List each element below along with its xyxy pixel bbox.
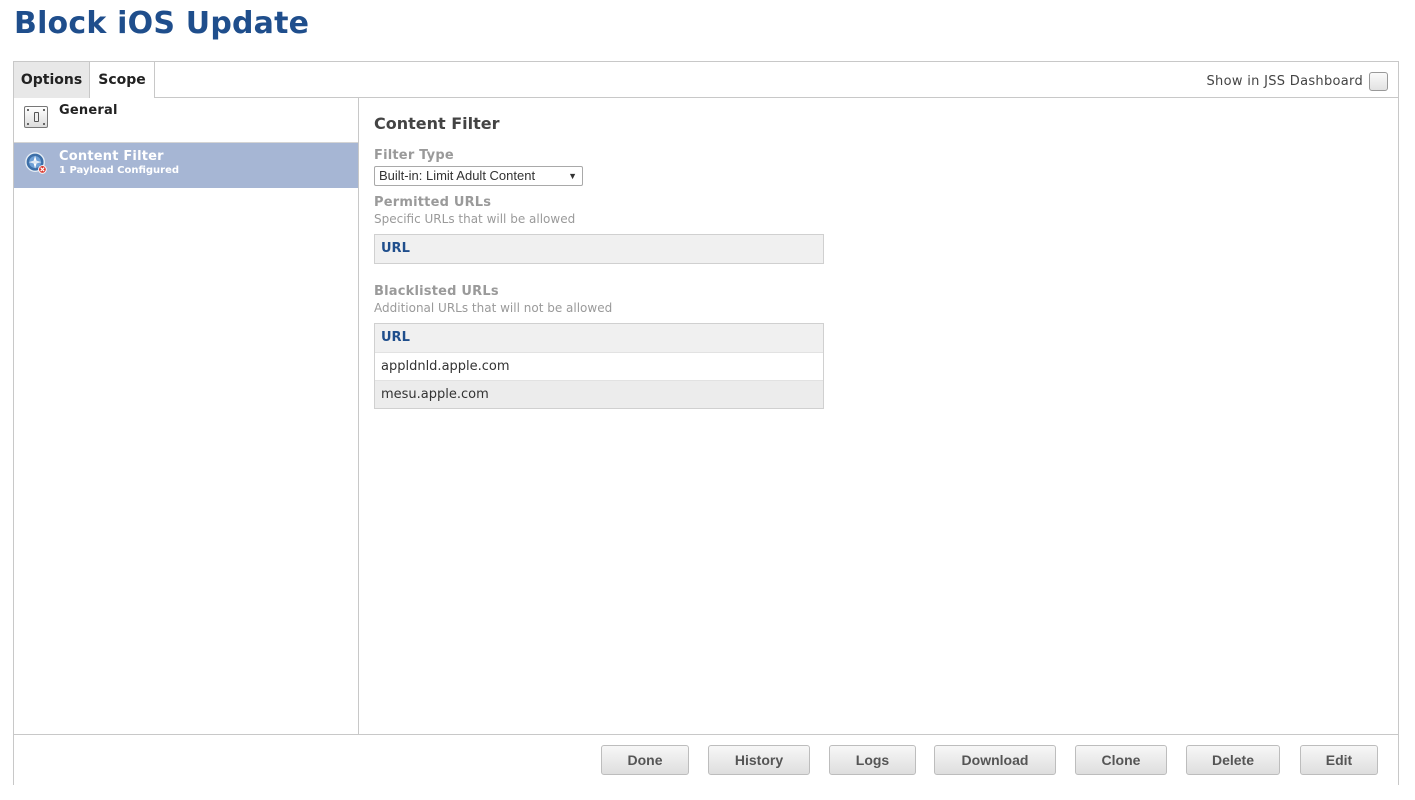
history-button[interactable]: History bbox=[708, 745, 810, 775]
logs-button[interactable]: Logs bbox=[829, 745, 916, 775]
table-header-url: URL bbox=[375, 324, 823, 352]
main-panel: Options Scope Show in JSS Dashboard Gene… bbox=[13, 61, 1399, 785]
delete-button[interactable]: Delete bbox=[1186, 745, 1280, 775]
sidebar-item-general[interactable]: General bbox=[14, 98, 358, 143]
blacklisted-urls-label: Blacklisted URLs bbox=[374, 284, 499, 299]
dropdown-arrow-icon: ▼ bbox=[568, 171, 577, 181]
tab-options[interactable]: Options bbox=[14, 62, 90, 98]
edit-button[interactable]: Edit bbox=[1300, 745, 1378, 775]
dashboard-label: Show in JSS Dashboard bbox=[1206, 73, 1363, 89]
blacklisted-urls-description: Additional URLs that will not be allowed bbox=[374, 301, 613, 315]
sidebar-item-content-filter[interactable]: Content Filter 1 Payload Configured bbox=[14, 143, 358, 188]
table-header-url: URL bbox=[375, 235, 823, 263]
filter-type-label: Filter Type bbox=[374, 148, 454, 163]
action-footer: Done History Logs Download Clone Delete … bbox=[14, 734, 1398, 785]
filter-type-value: Built-in: Limit Adult Content bbox=[379, 168, 536, 183]
switch-icon bbox=[24, 106, 48, 128]
page-title: Block iOS Update bbox=[14, 6, 310, 41]
section-title: Content Filter bbox=[374, 114, 500, 133]
tab-bar: Options Scope Show in JSS Dashboard bbox=[14, 62, 1398, 98]
permitted-urls-label: Permitted URLs bbox=[374, 195, 492, 210]
table-row: mesu.apple.com bbox=[375, 380, 823, 408]
permitted-urls-description: Specific URLs that will be allowed bbox=[374, 212, 576, 226]
payload-count: 1 Payload Configured bbox=[59, 165, 180, 176]
tab-scope[interactable]: Scope bbox=[90, 62, 155, 98]
filter-type-select[interactable]: Built-in: Limit Adult Content ▼ bbox=[374, 166, 583, 186]
done-button[interactable]: Done bbox=[601, 745, 689, 775]
compass-icon bbox=[25, 152, 47, 174]
permitted-urls-table: URL bbox=[374, 234, 824, 264]
sidebar-item-label: Content Filter bbox=[59, 149, 164, 164]
table-row: appldnld.apple.com bbox=[375, 352, 823, 380]
sidebar-item-label: General bbox=[59, 103, 118, 118]
dashboard-toggle[interactable]: Show in JSS Dashboard bbox=[1206, 71, 1388, 91]
dashboard-checkbox[interactable] bbox=[1369, 71, 1388, 91]
clone-button[interactable]: Clone bbox=[1075, 745, 1167, 775]
content-filter-pane: Content Filter Filter Type Built-in: Lim… bbox=[360, 98, 1398, 734]
payload-sidebar: General Content Filter 1 Payload Configu… bbox=[14, 98, 359, 734]
download-button[interactable]: Download bbox=[934, 745, 1056, 775]
blacklisted-urls-table: URL appldnld.apple.com mesu.apple.com bbox=[374, 323, 824, 409]
